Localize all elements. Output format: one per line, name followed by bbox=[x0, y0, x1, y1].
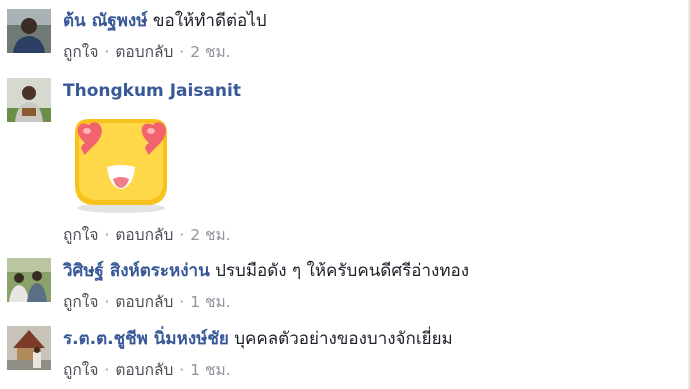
separator-dot: · bbox=[179, 226, 185, 244]
avatar[interactable] bbox=[7, 258, 51, 302]
comment-text: ปรบมือดัง ๆ ให้ครับคนดีศรีอ่างทอง bbox=[215, 261, 470, 281]
comment-text: บุคคลตัวอย่างของบางจักเยี่ยม bbox=[234, 329, 453, 349]
comment-text: ขอให้ทำดีต่อไป bbox=[152, 11, 267, 31]
comment-author[interactable]: Thongkum Jaisanit bbox=[63, 81, 241, 101]
person-avatar-icon bbox=[7, 9, 51, 53]
separator-dot: · bbox=[104, 293, 110, 311]
comment-timestamp[interactable]: 2 ชม. bbox=[190, 43, 230, 61]
separator-dot: · bbox=[104, 361, 110, 379]
avatar[interactable] bbox=[7, 78, 51, 122]
like-link[interactable]: ถูกใจ bbox=[63, 361, 98, 379]
reply-link[interactable]: ตอบกลับ bbox=[115, 43, 173, 61]
separator-dot: · bbox=[104, 226, 110, 244]
separator-dot: · bbox=[179, 361, 185, 379]
person-avatar-icon bbox=[7, 78, 51, 122]
comment-thread: ต้น ณัฐพงษ์ ขอให้ทำดีต่อไป ถูกใจ · ตอบกลับ… bbox=[0, 0, 690, 389]
like-link[interactable]: ถูกใจ bbox=[63, 226, 98, 244]
reply-link[interactable]: ตอบกลับ bbox=[115, 361, 173, 379]
comment-timestamp[interactable]: 2 ชม. bbox=[190, 226, 230, 244]
avatar[interactable] bbox=[7, 326, 51, 370]
separator-dot: · bbox=[104, 43, 110, 61]
comment-author[interactable]: ร.ต.ต.ชูชีพ นิ่มหงษ์ชัย bbox=[63, 329, 229, 349]
temple-photo-avatar-icon bbox=[7, 326, 51, 370]
group-photo-avatar-icon bbox=[7, 258, 51, 302]
comment-author[interactable]: วิศิษฐ์ สิงห์ตระหง่าน bbox=[63, 261, 210, 281]
separator-dot: · bbox=[179, 43, 185, 61]
like-link[interactable]: ถูกใจ bbox=[63, 293, 98, 311]
avatar[interactable] bbox=[7, 9, 51, 53]
separator-dot: · bbox=[179, 293, 185, 311]
like-link[interactable]: ถูกใจ bbox=[63, 43, 98, 61]
comment-timestamp[interactable]: 1 ชม. bbox=[190, 361, 230, 379]
reply-link[interactable]: ตอบกลับ bbox=[115, 226, 173, 244]
comment-timestamp[interactable]: 1 ชม. bbox=[190, 293, 230, 311]
heart-eyes-sticker-icon bbox=[63, 113, 175, 213]
reply-link[interactable]: ตอบกลับ bbox=[115, 293, 173, 311]
comment-author[interactable]: ต้น ณัฐพงษ์ bbox=[63, 11, 147, 31]
